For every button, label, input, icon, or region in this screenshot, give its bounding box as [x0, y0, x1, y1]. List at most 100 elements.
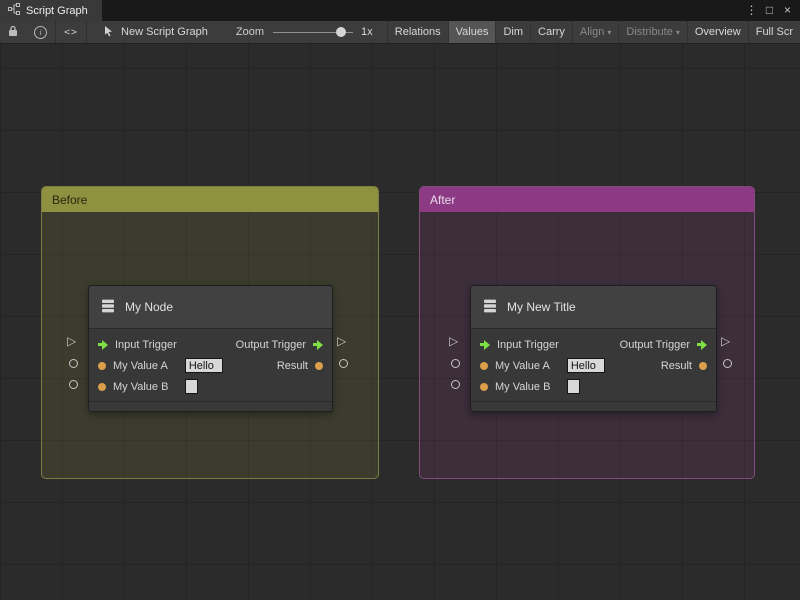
port-row-value-a: My Value A Result	[471, 355, 716, 376]
result-port[interactable]: Result	[661, 360, 707, 372]
unity-window: Script Graph ⋮ □ × i <> New Script Graph…	[0, 0, 800, 600]
dim-button[interactable]: Dim	[495, 21, 530, 43]
graph-canvas[interactable]: Before After My Node Input Trigger Outpu…	[0, 44, 800, 600]
value-a-port[interactable]: My Value A	[480, 358, 605, 373]
value-a-port[interactable]: My Value A	[98, 358, 223, 373]
node-footer	[471, 401, 716, 411]
unit-icon	[482, 298, 498, 317]
value-port-icon[interactable]	[480, 382, 488, 391]
port-label: Result	[660, 359, 692, 372]
value-b-port[interactable]: My Value B	[480, 379, 581, 394]
external-value-port[interactable]	[339, 359, 348, 368]
graph-toolbar: i <> New Script Graph Zoom 1x Relations	[0, 21, 800, 44]
node-my-new-title[interactable]: My New Title Input Trigger Output Trigge…	[470, 285, 717, 412]
port-row-triggers: Input Trigger Output Trigger	[471, 334, 716, 355]
external-flow-port[interactable]: ▷	[337, 335, 346, 348]
value-port-icon[interactable]	[699, 361, 707, 370]
tab-strip: Script Graph ⋮ □ ×	[0, 0, 800, 21]
external-value-port[interactable]	[451, 380, 460, 389]
external-value-port[interactable]	[69, 359, 78, 368]
value-b-port[interactable]: My Value B	[98, 379, 199, 394]
external-flow-port[interactable]: ▷	[67, 335, 76, 348]
window-controls: ⋮ □ ×	[744, 0, 800, 21]
group-title: Before	[52, 192, 88, 207]
script-graph-icon	[8, 3, 20, 18]
port-label: Input Trigger	[497, 338, 559, 351]
flow-input-icon[interactable]	[480, 339, 490, 350]
lock-button[interactable]	[0, 21, 26, 43]
port-label: Input Trigger	[115, 338, 177, 351]
node-body: Input Trigger Output Trigger My Value A …	[89, 329, 332, 401]
output-trigger-port[interactable]: Output Trigger	[236, 339, 323, 351]
node-body: Input Trigger Output Trigger My Value A …	[471, 329, 716, 401]
value-a-input[interactable]	[184, 358, 223, 373]
code-icon: <>	[64, 26, 79, 38]
toolbar-separator	[86, 21, 88, 43]
fullscreen-button[interactable]: Full Scr	[747, 21, 800, 43]
group-title: After	[430, 192, 456, 207]
graph-pointer-icon	[103, 25, 114, 40]
relations-button[interactable]: Relations	[386, 21, 448, 43]
port-label: My Value B	[113, 380, 169, 393]
port-label: Output Trigger	[235, 338, 306, 351]
value-port-icon[interactable]	[98, 361, 106, 370]
port-label: My Value B	[495, 380, 551, 393]
port-label: Result	[276, 359, 308, 372]
toolbar-buttons: Relations Values Dim Carry Align ▾ Distr…	[386, 21, 800, 43]
external-value-port[interactable]	[451, 359, 460, 368]
value-port-icon[interactable]	[315, 361, 323, 370]
value-port-icon[interactable]	[98, 382, 106, 391]
port-label: My Value A	[113, 359, 168, 372]
input-trigger-port[interactable]: Input Trigger	[98, 339, 177, 351]
port-label: My Value A	[495, 359, 550, 372]
node-footer	[89, 401, 332, 411]
value-b-input[interactable]	[567, 379, 581, 394]
maximize-icon[interactable]: □	[762, 0, 777, 21]
external-flow-port[interactable]: ▷	[721, 335, 730, 348]
flow-input-icon[interactable]	[98, 339, 108, 350]
node-header[interactable]: My Node	[89, 286, 332, 329]
distribute-button[interactable]: Distribute ▾	[618, 21, 686, 43]
info-icon: i	[34, 25, 47, 39]
menu-icon[interactable]: ⋮	[744, 0, 759, 21]
group-header[interactable]: After	[420, 187, 754, 212]
overview-button[interactable]: Overview	[686, 21, 748, 43]
port-row-value-b: My Value B	[89, 376, 332, 397]
port-label: Output Trigger	[619, 338, 690, 351]
node-title: My Node	[125, 300, 174, 314]
external-flow-port[interactable]: ▷	[449, 335, 458, 348]
result-port[interactable]: Result	[277, 360, 323, 372]
input-trigger-port[interactable]: Input Trigger	[480, 339, 559, 351]
value-b-input[interactable]	[185, 379, 199, 394]
output-trigger-port[interactable]: Output Trigger	[620, 339, 707, 351]
value-a-input[interactable]	[566, 358, 605, 373]
zoom-label: Zoom	[235, 26, 264, 38]
node-title: My New Title	[507, 300, 576, 314]
code-button[interactable]: <>	[56, 21, 86, 43]
graph-title[interactable]: New Script Graph	[103, 25, 208, 40]
values-button[interactable]: Values	[447, 21, 496, 43]
lock-icon	[8, 25, 18, 40]
value-port-icon[interactable]	[480, 361, 488, 370]
unit-icon	[100, 298, 116, 317]
port-row-value-b: My Value B	[471, 376, 716, 397]
node-header[interactable]: My New Title	[471, 286, 716, 329]
flow-output-icon[interactable]	[313, 339, 323, 350]
external-value-port[interactable]	[69, 380, 78, 389]
chevron-down-icon: ▾	[675, 27, 680, 37]
node-my-node[interactable]: My Node Input Trigger Output Trigger My …	[88, 285, 333, 412]
zoom-slider[interactable]	[272, 21, 353, 43]
chevron-down-icon: ▾	[607, 27, 612, 37]
tab-script-graph[interactable]: Script Graph	[0, 0, 102, 21]
port-row-triggers: Input Trigger Output Trigger	[89, 334, 332, 355]
close-icon[interactable]: ×	[780, 0, 795, 21]
align-button[interactable]: Align ▾	[571, 21, 618, 43]
zoom-value: 1x	[360, 26, 373, 38]
port-row-value-a: My Value A Result	[89, 355, 332, 376]
carry-button[interactable]: Carry	[530, 21, 572, 43]
flow-output-icon[interactable]	[697, 339, 707, 350]
group-header[interactable]: Before	[42, 187, 378, 212]
info-button[interactable]: i	[26, 21, 55, 43]
external-value-port[interactable]	[723, 359, 732, 368]
zoom-slider-handle[interactable]	[335, 26, 346, 37]
